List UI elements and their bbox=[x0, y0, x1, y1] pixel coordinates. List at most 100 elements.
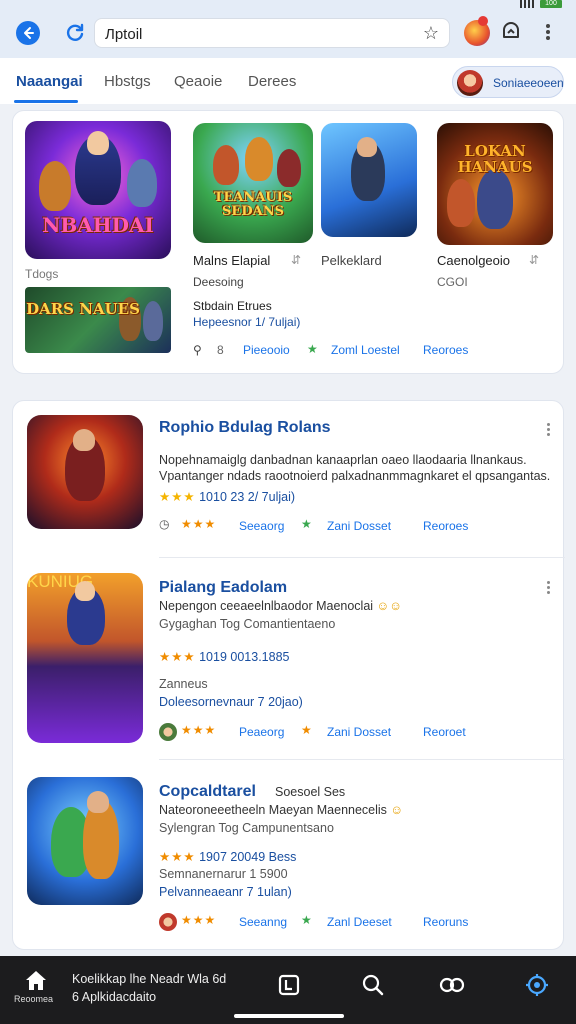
tab-1[interactable]: Hbstgs bbox=[104, 73, 151, 90]
tabs-bar: Naaangai Hbstgs Qeaoie Derees Soniaeeoee… bbox=[0, 58, 576, 104]
app-subtitle-3: CGOI bbox=[437, 275, 468, 289]
signal-icon bbox=[520, 0, 534, 8]
item-extra-1: Semnanernarur 1 5900 bbox=[159, 867, 288, 881]
battery-icon: 100 bbox=[540, 0, 562, 8]
app-art-1[interactable]: TEANAUIS SEDANS bbox=[193, 123, 313, 243]
avatar bbox=[457, 70, 483, 96]
star-icon: ★ bbox=[301, 517, 312, 531]
share-icon[interactable]: ⇵ bbox=[291, 253, 301, 267]
detail-line-1: Stbdain Etrues bbox=[193, 299, 272, 313]
item-desc-2: Sylengran Tog Campunentsano bbox=[159, 821, 334, 835]
app-art-2[interactable] bbox=[321, 123, 417, 237]
item-rating: 1019 0013.1885 bbox=[199, 650, 290, 664]
more-icon[interactable] bbox=[540, 22, 556, 44]
action-a[interactable]: Seeaorg bbox=[239, 519, 284, 533]
account-label: Soniaeeoeen bbox=[493, 76, 564, 90]
banner-art-label: DARS NAUES bbox=[26, 300, 140, 318]
rating-stars: ★★★ bbox=[181, 913, 217, 927]
action-c[interactable]: Reoruns bbox=[423, 915, 468, 929]
app-title-1: Malns Elapial bbox=[193, 253, 271, 268]
nav-home[interactable] bbox=[16, 968, 56, 997]
status-bar: 100 bbox=[0, 0, 576, 12]
nav-promo-text[interactable]: Koelikkap lhe Neadr Wla 6d 6 Aplkidacdai… bbox=[72, 970, 226, 1006]
download-icon[interactable] bbox=[500, 21, 522, 43]
action-b[interactable]: Zoml Loestel bbox=[331, 343, 400, 357]
emoji-icon: ☺ bbox=[390, 803, 404, 817]
app-subtitle-1: Deesoing bbox=[193, 275, 244, 289]
banner-game-art[interactable]: DARS NAUES bbox=[25, 287, 171, 353]
nav-text-line-1: Koelikkap lhe Neadr Wla 6d bbox=[72, 972, 227, 986]
item-desc-2: Vpantanger ndads raootnoierd palxadnanmm… bbox=[159, 469, 551, 483]
reload-button[interactable] bbox=[62, 20, 88, 46]
item-desc-1: Nateoroneeetheeln Maeyan Maennecelis bbox=[159, 803, 387, 817]
item-title[interactable]: Copcaldtarel bbox=[159, 783, 256, 801]
back-button[interactable] bbox=[16, 21, 40, 45]
item-desc-2: Gygaghan Tog Comantientaeno bbox=[159, 617, 336, 631]
hero-art-label: NBAHDAI bbox=[42, 213, 154, 237]
app-icon bbox=[27, 415, 143, 529]
address-bar[interactable]: Лptoil ☆ bbox=[94, 18, 450, 48]
item-title-suffix: Soesoel Ses bbox=[275, 785, 346, 799]
more-icon[interactable] bbox=[545, 421, 551, 438]
hero-caption: Tdogs bbox=[25, 267, 59, 281]
item-extra-1: Zanneus bbox=[159, 677, 208, 691]
list-item[interactable]: Rophio Bdulag Rolans Nopehnamaiglg danba… bbox=[13, 401, 565, 559]
list-item[interactable]: KUNIUG Pialang Eadolam Nepengon ceeaeeln… bbox=[13, 561, 565, 761]
home-icon bbox=[26, 971, 46, 990]
action-a[interactable]: Peaeorg bbox=[239, 725, 284, 739]
app-art-3-label: LOKAN HANAUS bbox=[457, 142, 533, 176]
tab-0[interactable]: Naaangai bbox=[16, 73, 83, 90]
action-b[interactable]: Zani Dosset bbox=[327, 519, 391, 533]
library-icon[interactable] bbox=[276, 972, 302, 998]
settings-icon[interactable] bbox=[524, 972, 550, 998]
list-item[interactable]: Copcaldtarel Soesoel Ses Nateoroneeethee… bbox=[13, 763, 565, 943]
app-list: Rophio Bdulag Rolans Nopehnamaiglg danba… bbox=[12, 400, 565, 950]
action-c[interactable]: Reoroes bbox=[423, 343, 468, 357]
count-label: 8 bbox=[217, 343, 224, 357]
item-extra-2: Pelvanneaeanr 7 1ulan) bbox=[159, 885, 292, 899]
more-icon[interactable] bbox=[545, 579, 551, 596]
app-title-3: Caenolgeoio bbox=[437, 253, 511, 268]
item-extra-2: Doleesornevnaur 7 20jao) bbox=[159, 695, 303, 709]
avatar bbox=[159, 913, 177, 931]
emoji-icon: ☺☺ bbox=[376, 599, 403, 613]
app-icon: KUNIUG bbox=[27, 573, 143, 743]
hero-game-art[interactable]: NBAHDAI bbox=[25, 121, 171, 259]
active-tab-indicator bbox=[14, 100, 78, 103]
avatar bbox=[159, 723, 177, 741]
tab-2[interactable]: Qeaoie bbox=[174, 73, 222, 90]
search-icon[interactable]: ⚲ bbox=[193, 343, 202, 357]
clock-icon: ◷ bbox=[159, 517, 170, 531]
star-icon[interactable]: ☆ bbox=[423, 23, 439, 44]
rating-stars: ★★★ bbox=[181, 723, 217, 737]
star-icon: ★ bbox=[307, 342, 318, 356]
browser-toolbar: Лptoil ☆ bbox=[0, 12, 576, 58]
action-a[interactable]: Pieeooio bbox=[243, 343, 290, 357]
loop-icon[interactable] bbox=[438, 972, 465, 998]
item-rating: 1907 20049 Bess bbox=[199, 850, 297, 864]
featured-actions: ⚲ 8 Pieeooio ★ Zoml Loestel Reoroes bbox=[193, 342, 553, 359]
star-icon: ★ bbox=[301, 723, 312, 737]
action-c[interactable]: Reoroes bbox=[423, 519, 468, 533]
app-art-3[interactable]: LOKAN HANAUS bbox=[437, 123, 553, 245]
action-a[interactable]: Seeanng bbox=[239, 915, 287, 929]
item-desc-1: Nopehnamaiglg danbadnan kanaaprlan oaeo … bbox=[159, 453, 527, 467]
star-icon: ★ bbox=[301, 913, 312, 927]
account-chip[interactable]: Soniaeeoeen bbox=[452, 66, 564, 98]
action-c[interactable]: Reoroet bbox=[423, 725, 466, 739]
action-b[interactable]: Zanl Deeset bbox=[327, 915, 392, 929]
tab-3[interactable]: Derees bbox=[248, 73, 296, 90]
back-arrow-icon bbox=[24, 27, 34, 39]
item-title[interactable]: Rophio Bdulag Rolans bbox=[159, 419, 331, 437]
item-rating: 1010 23 2/ 7uljai) bbox=[199, 490, 296, 504]
search-icon[interactable] bbox=[360, 972, 386, 998]
share-icon[interactable]: ⇵ bbox=[529, 253, 539, 267]
item-title[interactable]: Pialang Eadolam bbox=[159, 579, 287, 597]
detail-line-2: Hepeesnor 1/ 7uljai) bbox=[193, 315, 301, 329]
reload-icon bbox=[66, 23, 84, 41]
item-desc-1: Nepengon ceeaeelnlbaodor Maenoclai bbox=[159, 599, 374, 613]
app-title-2: Pelkeklard bbox=[321, 253, 382, 268]
action-b[interactable]: Zani Dosset bbox=[327, 725, 391, 739]
home-indicator bbox=[234, 1014, 344, 1018]
notification-badge bbox=[478, 16, 488, 26]
